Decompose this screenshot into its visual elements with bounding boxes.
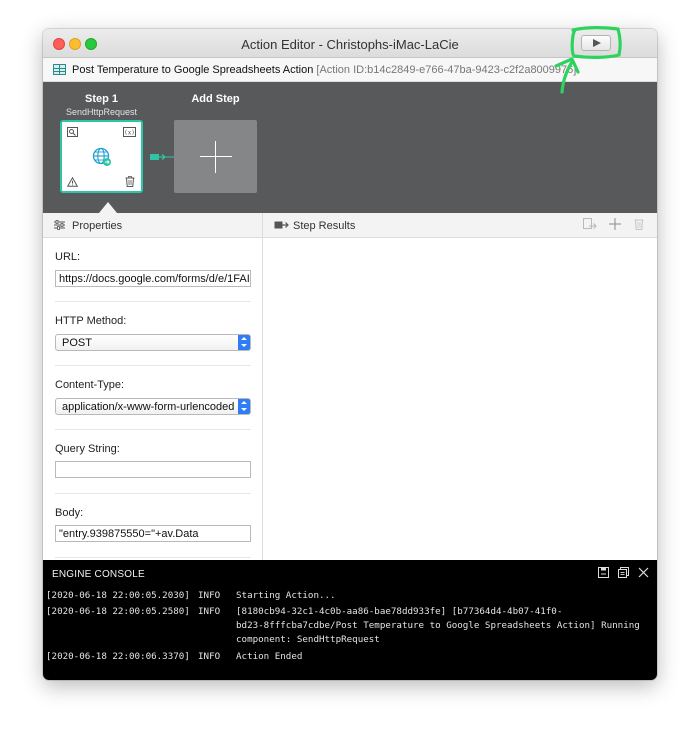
query-string-field[interactable]	[55, 461, 251, 478]
log-level: INFO	[198, 606, 221, 617]
add-result-icon[interactable]	[609, 218, 621, 230]
run-action-button[interactable]	[581, 35, 611, 51]
export-results-icon[interactable]	[583, 218, 598, 232]
log-time: [2020-06-18 22:00:06.3370]	[46, 651, 190, 662]
log-message: bd23-8fffcba7cdbe/Post Temperature to Go…	[236, 620, 640, 631]
step-results-label: Step Results	[293, 220, 356, 232]
http-method-select[interactable]: POST	[55, 334, 251, 351]
action-header: Post Temperature to Google Spreadsheets …	[43, 58, 657, 82]
step-results-header: Step Results	[263, 213, 657, 238]
play-icon	[593, 39, 601, 47]
body-field[interactable]: "entry.939875550="+av.Data	[55, 525, 251, 542]
divider	[55, 365, 251, 366]
query-string-label: Query String:	[55, 443, 120, 455]
spreadsheet-icon	[53, 64, 66, 75]
trash-icon[interactable]	[125, 176, 135, 187]
divider	[55, 493, 251, 494]
title-bar: Action Editor - Christophs-iMac-LaCie	[43, 29, 657, 680]
step-results-panel	[264, 238, 657, 560]
log-message: Starting Action...	[236, 590, 336, 601]
copy-log-icon[interactable]	[618, 567, 629, 578]
close-icon[interactable]	[638, 567, 649, 578]
action-editor-window: Action Editor - Christophs-iMac-LaCie Po…	[43, 29, 657, 680]
step-flow-area: Step 1 SendHttpRequest (x) Add Step	[43, 82, 657, 213]
step-1-card[interactable]: (x)	[60, 120, 143, 193]
delete-result-icon[interactable]	[634, 218, 644, 230]
globe-icon	[92, 147, 111, 166]
step-1-title: Step 1	[84, 93, 118, 105]
chevron-updown-icon	[238, 335, 250, 350]
warning-icon	[67, 177, 78, 187]
action-name: Post Temperature to Google Spreadsheets …	[72, 64, 314, 76]
properties-header: Properties	[43, 213, 263, 238]
selected-step-indicator	[99, 202, 117, 213]
log-level: INFO	[198, 590, 221, 601]
step-results-icon	[274, 221, 289, 229]
save-log-icon[interactable]	[598, 567, 609, 578]
body-label: Body:	[55, 507, 84, 519]
sliders-icon	[54, 220, 65, 230]
url-label: URL:	[55, 251, 81, 263]
content-type-select[interactable]: application/x-www-form-urlencoded	[55, 398, 251, 415]
http-method-label: HTTP Method:	[55, 315, 127, 327]
window-title: Action Editor - Christophs-iMac-LaCie	[241, 37, 459, 52]
chevron-updown-icon	[238, 399, 250, 414]
step-1-subtitle: SendHttpRequest	[65, 107, 138, 117]
properties-label: Properties	[72, 220, 123, 232]
add-step-button[interactable]	[174, 120, 257, 193]
inspect-icon[interactable]	[67, 127, 78, 137]
log-message: Action Ended	[236, 651, 303, 662]
engine-console: ENGINE CONSOLE [2020-06-18 22:00:05.2030…	[43, 560, 657, 680]
http-method-value: POST	[62, 337, 92, 349]
variable-icon[interactable]: (x)	[123, 127, 136, 137]
content-type-label: Content-Type:	[55, 379, 125, 391]
divider	[55, 557, 251, 558]
properties-panel: URL: https://docs.google.com/forms/d/e/1…	[43, 238, 263, 560]
action-id: [Action ID:b14c2849-e766-47ba-9423-c2f2a…	[316, 64, 577, 76]
svg-text:(x): (x)	[124, 130, 135, 137]
plus-icon	[200, 156, 232, 157]
add-step-title: Add Step	[191, 93, 240, 105]
divider	[55, 301, 251, 302]
content-type-value: application/x-www-form-urlencoded	[62, 401, 235, 413]
url-field[interactable]: https://docs.google.com/forms/d/e/1FAIp	[55, 270, 251, 287]
log-level: INFO	[198, 651, 221, 662]
action-title: Post Temperature to Google Spreadsheets …	[72, 64, 576, 76]
console-title: ENGINE CONSOLE	[52, 569, 145, 580]
log-time: [2020-06-18 22:00:05.2580]	[46, 606, 190, 617]
divider	[55, 429, 251, 430]
log-message: component: SendHttpRequest	[236, 634, 380, 645]
log-message: [8180cb94-32c1-4c0b-aa86-bae78dd933fe] […	[236, 606, 563, 617]
log-time: [2020-06-18 22:00:05.2030]	[46, 590, 190, 601]
